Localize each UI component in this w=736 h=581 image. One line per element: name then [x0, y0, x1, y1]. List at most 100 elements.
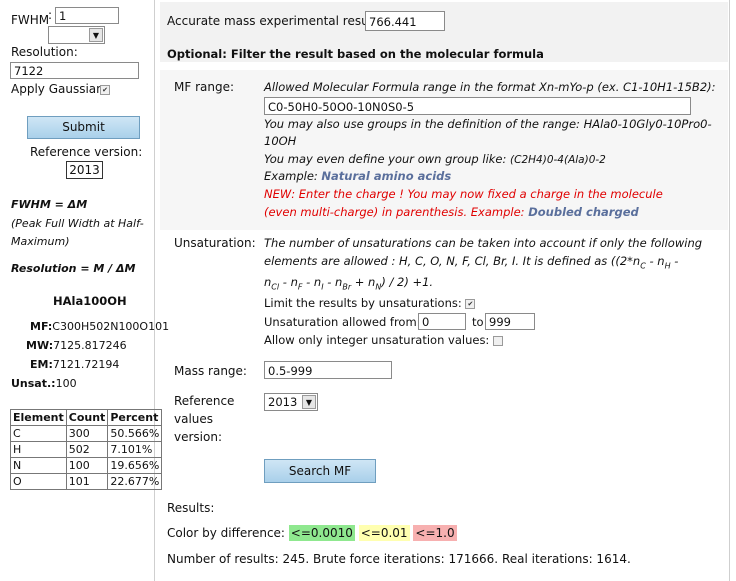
unsat-to-label: to [472, 315, 484, 329]
fwhm-input[interactable]: 1 [55, 7, 119, 24]
table-header-row: Element Count Percent [10, 409, 163, 426]
color-legend: Color by difference: <=0.0010 <=0.01 <=1… [167, 525, 457, 541]
mf-range-description: Allowed Molecular Formula range in the f… [264, 80, 716, 94]
unsat-to-input[interactable]: 999 [485, 313, 535, 330]
table-cell: O [10, 473, 67, 490]
search-mf-button[interactable]: Search MF [264, 459, 376, 483]
new-charge-notice: NEW: Enter the charge ! You may now fixe… [264, 187, 663, 201]
reference-version-selected: 2013 [268, 395, 298, 409]
compound-name: HAla100OH [53, 294, 127, 308]
color-by-difference-label: Color by difference: [167, 526, 285, 540]
accurate-mass-label: Accurate mass experimental result: [167, 14, 381, 28]
example-label: Example: [264, 169, 322, 183]
unsaturation-formula: elements are allowed : H, C, O, N, F, Cl… [264, 254, 679, 271]
table-cell: 50.566% [107, 425, 163, 442]
table-cell: 100 [65, 457, 109, 474]
column-header: Element [10, 409, 67, 426]
em-label: EM: [30, 358, 53, 371]
reference-version-value: 2013 [66, 161, 103, 179]
unsaturation-formula-line3: nCl - nF - nI - nBr + nN) / 2) +1. [264, 275, 434, 292]
unsat-minus-3: - n [323, 275, 343, 289]
example-line: Example: Natural amino acids [264, 169, 451, 183]
mass-range-input[interactable]: 0.5-999 [264, 361, 392, 379]
table-row: N 100 19.656% [10, 457, 163, 474]
optional-heading: Optional: Filter the result based on the… [167, 47, 544, 61]
fwhm-unit-select[interactable]: ▼ [48, 26, 105, 44]
submit-button[interactable]: Submit [27, 116, 140, 139]
divider [729, 0, 730, 581]
unsat-value: 100 [55, 377, 77, 390]
table-row: H 502 7.101% [10, 441, 163, 458]
unsaturation-label: Unsaturation: [174, 236, 256, 250]
unsat-from-label: Unsaturation allowed from: [264, 315, 421, 329]
groups-description: You may also use groups in the definitio… [264, 117, 712, 131]
mass-range-label: Mass range: [174, 364, 247, 378]
own-group-prefix: You may even define your own group like: [264, 152, 511, 166]
unsaturation-formula-text: elements are allowed : H, C, O, N, F, Cl… [264, 254, 641, 268]
legend-green: <=0.0010 [288, 525, 355, 541]
em-line: EM:7121.72194 [30, 358, 119, 371]
chevron-down-icon: ▼ [302, 395, 316, 409]
accurate-mass-input[interactable]: 766.441 [365, 11, 445, 31]
legend-yellow: <=0.01 [358, 525, 410, 541]
unsaturation-formula-minus: - n [645, 254, 665, 268]
em-value: 7121.72194 [52, 358, 120, 371]
limit-unsat-label: Limit the results by unsaturations: [264, 296, 462, 310]
table-cell: C [10, 425, 67, 442]
own-group-description: You may even define your own group like:… [264, 152, 606, 166]
limit-unsat-checkbox[interactable]: ✔ [465, 298, 476, 309]
element-table: Element Count Percent C 300 50.566% H 50… [10, 409, 163, 490]
unsat-minus-2: - n [302, 275, 322, 289]
mf-label: MF: [30, 320, 53, 333]
reference-values-label-1: Reference [174, 394, 235, 408]
table-cell: 7.101% [107, 441, 163, 458]
reference-values-label-3: version: [174, 430, 222, 444]
limit-unsat-line: Limit the results by unsaturations: ✔ [264, 296, 476, 310]
natural-amino-acids-link[interactable]: Natural amino acids [321, 169, 451, 183]
integer-unsat-line: Allow only integer unsaturation values: [264, 333, 503, 347]
new-charge-text: (even multi-charge) in parenthesis. Exam… [264, 205, 529, 219]
table-cell: 19.656% [107, 457, 163, 474]
reference-values-label: Reference [174, 394, 234, 408]
table-cell: N [10, 457, 67, 474]
apply-gaussian-label: Apply Gaussian: [11, 82, 108, 96]
fwhm-definition-line3: Maximum) [11, 235, 70, 248]
reference-version-select[interactable]: 2013 ▼ [264, 393, 318, 411]
table-cell: 101 [65, 473, 109, 490]
groups-description-line2: 10OH [264, 134, 297, 148]
mf-range-label: MF range: [174, 80, 235, 94]
doubled-charged-link[interactable]: Doubled charged [528, 205, 639, 219]
table-cell: 300 [65, 425, 109, 442]
unsat-from-input[interactable]: 0 [418, 313, 466, 330]
reference-values-label-2: values [174, 412, 214, 426]
mf-range-input[interactable]: C0-50H0-50O0-10N0S0-5 [264, 97, 691, 115]
table-cell: 22.677% [107, 473, 163, 490]
results-label: Results: [167, 501, 215, 515]
own-group-example: (C2H4)0-4(Ala)0-2 [510, 154, 606, 166]
mf-value: C300H502N100O101 [52, 320, 170, 333]
integer-unsat-label: Allow only integer unsaturation values: [264, 333, 490, 347]
mw-label: MW: [26, 339, 54, 352]
results-summary: Number of results: 245. Brute force iter… [167, 552, 631, 566]
unsat-label: Unsat.: [11, 377, 56, 390]
unsat-line: Unsat.:100 [11, 377, 77, 390]
fwhm-colon: : [48, 8, 53, 22]
chevron-down-icon: ▼ [89, 28, 103, 42]
table-row: O 101 22.677% [10, 473, 163, 490]
table-cell: H [10, 441, 67, 458]
integer-unsat-checkbox[interactable] [492, 335, 503, 346]
fwhm-definition-title: FWHM = ΔM [11, 198, 88, 211]
mw-line: MW:7125.817246 [26, 339, 127, 352]
apply-gaussian-checkbox[interactable]: ✔ [100, 85, 110, 95]
column-header: Count [65, 409, 109, 426]
fwhm-definition-line2: (Peak Full Width at Half- [11, 217, 144, 230]
reference-version-label: Reference version: [30, 145, 143, 159]
mf-line: MF:C300H502N100O101 [30, 320, 169, 333]
mw-value: 7125.817246 [53, 339, 127, 352]
column-header: Percent [107, 409, 163, 426]
resolution-input[interactable]: 7122 [10, 62, 139, 79]
fwhm-label: FWHM [11, 13, 50, 27]
table-cell: 502 [65, 441, 109, 458]
resolution-label: Resolution: [11, 45, 78, 59]
fwhm-definition: FWHM = ΔM [11, 198, 87, 211]
